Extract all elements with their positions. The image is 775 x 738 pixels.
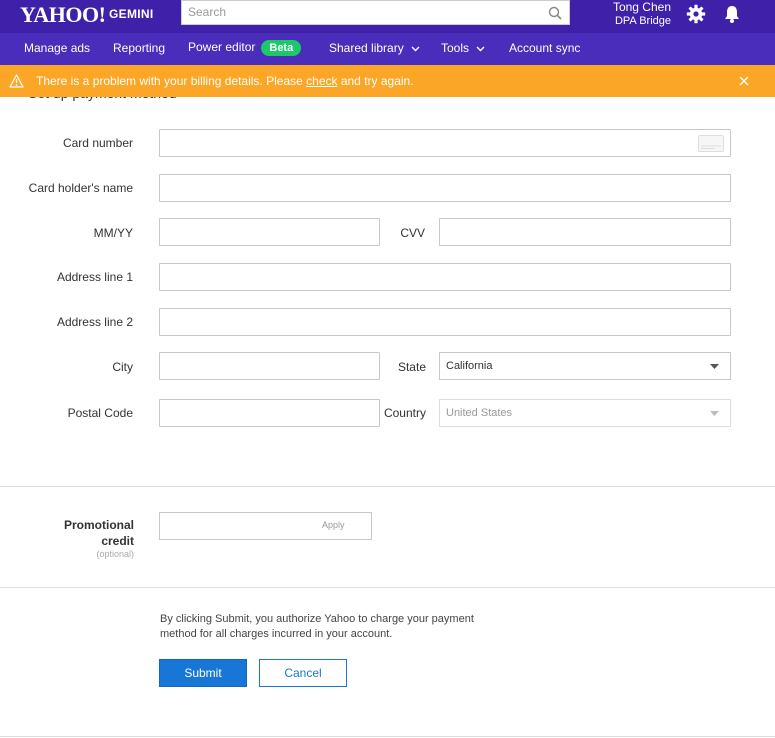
postal-code-input[interactable]: [160, 400, 379, 426]
billing-alert: There is a problem with your billing det…: [0, 65, 775, 97]
card-number-input[interactable]: [160, 130, 730, 156]
card-number-field[interactable]: [159, 129, 731, 157]
account-name: DPA Bridge: [614, 15, 671, 27]
state-select[interactable]: California: [439, 352, 731, 380]
country-value: United States: [446, 407, 513, 419]
city-input[interactable]: [160, 353, 379, 379]
nav-account-sync[interactable]: Account sync: [509, 41, 580, 55]
nav-manage-ads[interactable]: Manage ads: [24, 41, 90, 55]
promo-code-input[interactable]: [160, 513, 310, 539]
search-icon[interactable]: [548, 6, 562, 20]
address2-field[interactable]: [159, 308, 731, 336]
cvv-label: CVV: [400, 226, 425, 240]
authorization-notice: By clicking Submit, you authorize Yahoo …: [160, 613, 474, 640]
card-number-label: Card number: [62, 136, 133, 150]
caret-down-icon: [710, 411, 719, 416]
address1-field[interactable]: [159, 263, 731, 291]
caret-down-icon: [710, 364, 719, 369]
chevron-down-icon: [411, 46, 420, 52]
card-holder-input[interactable]: [160, 175, 730, 201]
gear-icon[interactable]: [686, 4, 706, 24]
nav-reporting[interactable]: Reporting: [113, 41, 165, 55]
address2-label: Address line 2: [56, 315, 133, 329]
account-switcher[interactable]: Tong Chen DPA Bridge: [613, 0, 671, 28]
bottom-divider: [0, 736, 775, 737]
alert-check-link[interactable]: check: [306, 74, 337, 88]
promo-optional-hint: (optional): [96, 549, 134, 559]
alert-message: There is a problem with your billing det…: [36, 74, 414, 88]
cvv-field[interactable]: [439, 218, 731, 246]
card-holder-field[interactable]: [159, 174, 731, 202]
top-bar: YAHOO! GEMINI Tong Chen DPA Bridge: [0, 0, 775, 33]
beta-badge: Beta: [261, 40, 302, 56]
bell-icon[interactable]: [722, 4, 742, 24]
country-label: Country: [383, 406, 426, 420]
nav-tools-label: Tools: [441, 41, 470, 55]
card-holder-label: Card holder's name: [28, 181, 133, 195]
submit-button[interactable]: Submit: [159, 659, 247, 687]
nav-power-editor-label: Power editor: [188, 40, 256, 54]
nav-power-editor[interactable]: Power editor Beta: [188, 40, 302, 56]
apply-button[interactable]: Apply: [322, 520, 345, 530]
nav-shared-library[interactable]: Shared library: [329, 41, 420, 55]
postal-code-field[interactable]: [159, 399, 380, 427]
nav-tools[interactable]: Tools: [441, 41, 485, 55]
city-label: City: [112, 360, 133, 374]
credit-card-icon: [698, 135, 724, 152]
cvv-input[interactable]: [440, 219, 730, 245]
warning-icon: [9, 74, 24, 88]
expiry-field[interactable]: [159, 218, 380, 246]
alert-text-before: There is a problem with your billing det…: [36, 74, 307, 88]
section-divider: [0, 587, 775, 588]
close-icon[interactable]: [739, 76, 749, 86]
cancel-button[interactable]: Cancel: [259, 659, 347, 687]
address1-label: Address line 1: [56, 270, 133, 284]
address2-input[interactable]: [160, 309, 730, 335]
expiry-input[interactable]: [160, 219, 379, 245]
address1-input[interactable]: [160, 264, 730, 290]
user-name: Tong Chen: [612, 0, 671, 14]
alert-text-after: and try again.: [337, 74, 414, 88]
search-input[interactable]: [188, 1, 528, 23]
expiry-label: MM/YY: [93, 226, 133, 240]
search-box[interactable]: [181, 0, 570, 25]
product-name: GEMINI: [109, 7, 154, 21]
state-value: California: [446, 360, 493, 372]
promo-credit-label: Promotional credit: [63, 518, 134, 548]
nav-shared-library-label: Shared library: [329, 41, 404, 55]
yahoo-logo[interactable]: YAHOO!: [20, 2, 106, 28]
main-nav: Manage ads Reporting Power editor Beta Sh…: [0, 33, 775, 65]
city-field[interactable]: [159, 352, 380, 380]
state-label: State: [397, 360, 426, 374]
section-divider: [0, 486, 775, 487]
country-select[interactable]: United States: [439, 399, 731, 427]
postal-code-label: Postal Code: [67, 406, 133, 420]
chevron-down-icon: [476, 46, 485, 52]
